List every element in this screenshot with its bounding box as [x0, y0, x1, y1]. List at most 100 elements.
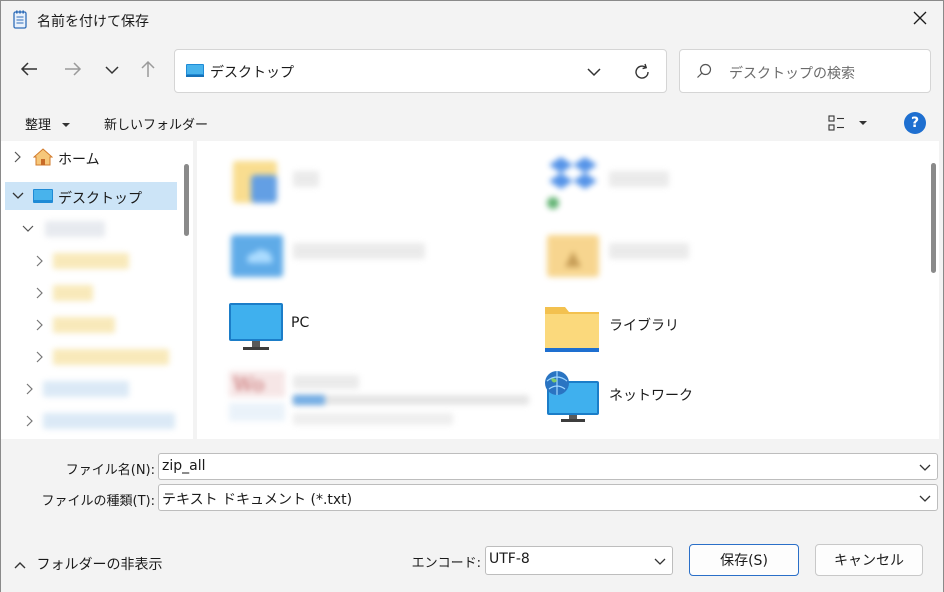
notepad-icon	[13, 10, 27, 29]
redacted-progress	[293, 395, 529, 405]
redacted-text	[293, 413, 453, 425]
arrow-up-icon	[140, 60, 156, 82]
list-item-redacted[interactable]	[227, 155, 547, 221]
list-item-label: PC	[291, 315, 310, 331]
list-item-network[interactable]: ネットワーク	[543, 369, 863, 435]
encoding-value: UTF-8	[489, 551, 530, 567]
redacted-text	[609, 171, 669, 187]
dropbox-icon	[543, 155, 603, 215]
caret-down-icon	[55, 118, 71, 133]
command-bar: 整理 新しいフォルダー ?	[1, 103, 943, 141]
chevron-down-icon[interactable]	[918, 491, 932, 505]
sidebar-item-desktop[interactable]: デスクトップ	[5, 182, 177, 210]
content-scrollbar[interactable]	[931, 163, 936, 273]
folder-icon	[227, 155, 287, 215]
folder-icon	[543, 299, 603, 359]
redacted-text	[53, 349, 169, 365]
chevron-down-icon[interactable]	[653, 554, 667, 568]
filename-field[interactable]: zip_all	[158, 453, 938, 480]
up-button[interactable]	[134, 57, 162, 85]
chevron-down-icon[interactable]	[21, 222, 35, 236]
filename-input[interactable]: zip_all	[162, 458, 205, 474]
sidebar-item-label: ホーム	[58, 152, 100, 168]
folder-icon	[543, 227, 603, 287]
encoding-select[interactable]: UTF-8	[485, 546, 673, 575]
organize-menu[interactable]: 整理	[25, 114, 71, 133]
sidebar-item-redacted[interactable]	[5, 215, 177, 243]
close-button[interactable]	[897, 1, 943, 39]
desktop-icon	[33, 189, 53, 207]
list-item-label: ライブラリ	[609, 318, 679, 334]
chevron-down-icon[interactable]	[11, 189, 25, 203]
list-item-redacted[interactable]	[227, 227, 547, 293]
chevron-right-icon[interactable]	[33, 318, 47, 332]
address-dropdown-icon[interactable]	[583, 62, 605, 82]
redacted-text	[609, 243, 689, 259]
svg-text:Wo: Wo	[233, 372, 264, 396]
search-input[interactable]: デスクトップの検索	[729, 63, 855, 83]
image-icon: Wo	[227, 369, 287, 429]
arrow-left-icon	[20, 61, 38, 81]
search-icon	[696, 63, 712, 79]
chevron-right-icon[interactable]	[11, 150, 25, 164]
chevron-right-icon[interactable]	[33, 254, 47, 268]
filetype-select[interactable]: テキスト ドキュメント (*.txt)	[158, 484, 938, 511]
redacted-text	[53, 285, 93, 301]
list-item-redacted[interactable]: Wo	[227, 369, 547, 435]
save-button[interactable]: 保存(S)	[689, 544, 799, 576]
sidebar-item-redacted[interactable]	[5, 311, 177, 339]
list-item-pc[interactable]: PC	[227, 299, 547, 365]
navigation-bar: デスクトップ デスクトップの検索	[1, 39, 943, 103]
chevron-right-icon[interactable]	[23, 382, 37, 396]
address-bar[interactable]: デスクトップ	[174, 49, 667, 93]
monitor-icon	[227, 299, 287, 359]
chevron-right-icon[interactable]	[33, 350, 47, 364]
close-icon	[913, 11, 927, 29]
chevron-down-icon[interactable]	[918, 460, 932, 474]
cancel-button[interactable]: キャンセル	[815, 544, 923, 576]
address-text: デスクトップ	[210, 65, 294, 81]
forward-button[interactable]	[59, 57, 87, 85]
recent-locations-button[interactable]	[98, 57, 126, 85]
back-button[interactable]	[15, 57, 43, 85]
list-view-icon	[827, 115, 871, 137]
redacted-text	[53, 317, 115, 333]
arrow-right-icon	[64, 61, 82, 81]
help-button[interactable]: ?	[904, 112, 926, 134]
list-item-label: ネットワーク	[609, 388, 693, 404]
list-item-library[interactable]: ライブラリ	[543, 299, 863, 365]
encoding-label: エンコード:	[411, 556, 481, 571]
sidebar-item-label: デスクトップ	[58, 191, 142, 207]
desktop-icon	[186, 64, 204, 78]
content-pane: PC ライブラリ Wo ネットワーク	[197, 141, 939, 439]
navigation-scrollbar[interactable]	[184, 164, 189, 236]
redacted-text	[43, 413, 175, 429]
hide-folders-button[interactable]: フォルダーの非表示	[14, 554, 162, 574]
chevron-down-icon	[105, 64, 119, 79]
refresh-icon[interactable]	[631, 62, 653, 82]
save-as-dialog: 名前を付けて保存 デスクトップ デスクトップの検索 整理 新しいフォルダー ? …	[0, 0, 944, 592]
search-box[interactable]: デスクトップの検索	[679, 49, 931, 93]
home-icon	[32, 148, 54, 170]
sidebar-item-redacted[interactable]	[5, 279, 177, 307]
list-item-redacted[interactable]	[543, 227, 863, 293]
redacted-text	[43, 381, 129, 397]
sidebar-item-redacted[interactable]	[5, 247, 177, 275]
sidebar-item-redacted[interactable]	[5, 375, 177, 403]
new-folder-button[interactable]: 新しいフォルダー	[104, 114, 208, 133]
redacted-text	[293, 171, 319, 187]
sidebar-item-redacted[interactable]	[5, 343, 177, 371]
filename-label: ファイル名(N):	[65, 463, 155, 478]
sidebar-item-home[interactable]: ホーム	[5, 143, 177, 171]
redacted-progress-fill	[293, 395, 325, 405]
sidebar-item-redacted[interactable]	[5, 407, 177, 435]
network-icon	[543, 369, 603, 429]
chevron-right-icon[interactable]	[33, 286, 47, 300]
redacted-text	[293, 375, 359, 389]
navigation-pane: ホーム デスクトップ	[1, 141, 193, 439]
chevron-right-icon[interactable]	[23, 414, 37, 428]
filetype-value: テキスト ドキュメント (*.txt)	[162, 492, 353, 508]
list-item-redacted[interactable]	[543, 155, 863, 221]
view-options-button[interactable]	[827, 113, 871, 133]
organize-label: 整理	[25, 118, 52, 133]
